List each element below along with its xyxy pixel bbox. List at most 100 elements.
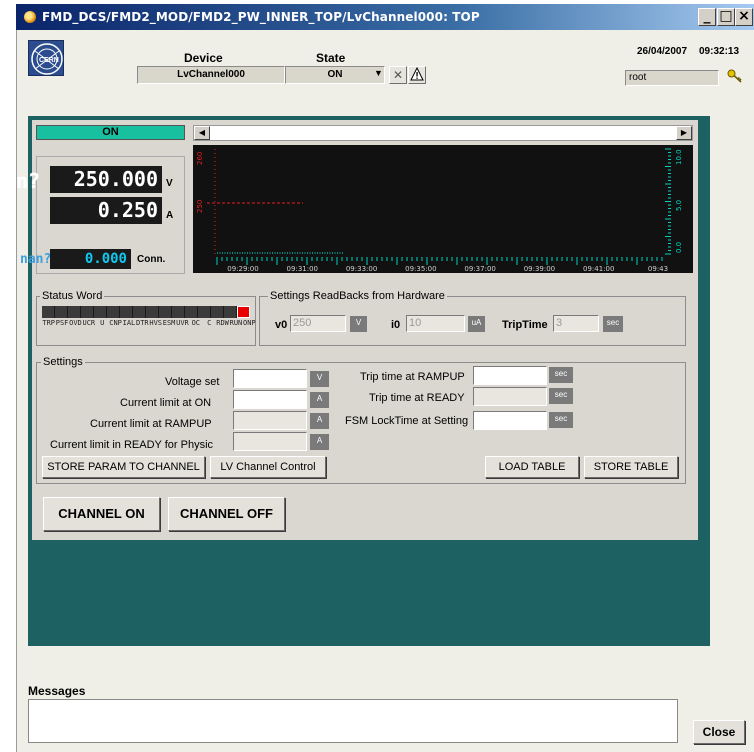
trip-rampup-input[interactable] xyxy=(473,366,547,385)
current-on-label: Current limit at ON xyxy=(120,397,212,409)
current-unit: A xyxy=(166,210,174,221)
trip-ready-unit: sec xyxy=(549,388,573,404)
status-bit-label: U xyxy=(100,319,105,327)
voltage-set-label: Voltage set xyxy=(165,376,220,388)
status-bit-label: PSF xyxy=(55,319,69,327)
status-bit-label: CNP xyxy=(109,319,122,327)
state-value: ON xyxy=(327,69,343,80)
status-bit-label: ONP xyxy=(242,319,256,327)
triptime-unit: sec xyxy=(603,316,623,332)
status-bit-label: ESM xyxy=(162,319,176,327)
current-on-input[interactable] xyxy=(233,390,307,409)
status-bit-label: C xyxy=(207,319,212,327)
device-field[interactable]: LvChannel000 xyxy=(137,66,285,84)
current-rampup-unit: A xyxy=(310,413,329,429)
fsm-locktime-input[interactable] xyxy=(473,411,547,430)
app-icon xyxy=(24,11,36,23)
i0-label: i0 xyxy=(391,319,401,331)
scroll-left-icon[interactable]: ◀ xyxy=(194,126,210,140)
time-tick-label: 09:43 xyxy=(648,265,668,273)
messages-label: Messages xyxy=(28,684,86,698)
current-tick-label: 5.0 xyxy=(675,200,683,211)
status-word-bits xyxy=(42,306,256,318)
fsm-locktime-label: FSM LockTime at Setting xyxy=(345,415,469,427)
status-bit xyxy=(211,306,224,318)
status-bit xyxy=(185,306,198,318)
messages-area[interactable] xyxy=(28,699,678,743)
status-bit-label: UCR xyxy=(82,319,96,327)
warning-icon[interactable] xyxy=(408,66,426,84)
minimize-button[interactable]: _ xyxy=(698,8,716,26)
current-rampup-label: Current limit at RAMPUP xyxy=(90,418,212,430)
current-rampup-input[interactable] xyxy=(233,411,307,430)
current-ready-unit: A xyxy=(310,434,329,450)
trend-plot-svg: 260 250 10.0 5.0 0.0 09:29:00 09:31:00 09:33:00… xyxy=(196,148,683,273)
cern-logo: CERN xyxy=(28,40,64,76)
time-tick-label: 09:31:00 xyxy=(287,265,318,273)
time-tick-label: 09:29:00 xyxy=(227,265,258,273)
close-button[interactable]: Close xyxy=(693,720,745,744)
status-bit-label: TRP xyxy=(42,319,56,327)
date-label: 26/04/2007 xyxy=(637,46,688,57)
state-field[interactable]: ON xyxy=(285,66,385,84)
status-bit xyxy=(68,306,81,318)
voltage-set-unit: V xyxy=(310,371,329,387)
time-tick-label: 09:39:00 xyxy=(524,265,555,273)
conn-readout: 0.000 xyxy=(50,249,131,269)
status-bit xyxy=(107,306,120,318)
voltage-set-input[interactable] xyxy=(233,369,307,388)
state-dropdown-icon[interactable]: ▼ xyxy=(374,68,383,78)
time-label: 09:32:13 xyxy=(699,46,740,57)
channel-on-button[interactable]: CHANNEL ON xyxy=(43,497,160,531)
v0-label: v0 xyxy=(275,319,288,331)
status-word-labels: TRP PSF OVD UCR U CNP IAL DTR HVS ESM UVR OC C RDW RUN… xyxy=(42,320,256,327)
status-bit xyxy=(224,306,237,318)
trip-ready-input[interactable] xyxy=(473,387,547,406)
status-bit xyxy=(146,306,159,318)
status-bit xyxy=(133,306,146,318)
title-bar[interactable]: FMD_DCS/FMD2_MOD/FMD2_PW_INNER_TOP/LvCha… xyxy=(16,4,754,30)
voltage-unit: V xyxy=(166,178,173,189)
status-bit xyxy=(237,306,250,318)
current-ready-input[interactable] xyxy=(233,432,307,451)
channel-off-button[interactable]: CHANNEL OFF xyxy=(168,497,285,531)
trend-plot[interactable]: 260 250 10.0 5.0 0.0 09:29:00 09:31:00 09:33:00… xyxy=(193,145,693,273)
status-bit xyxy=(120,306,133,318)
status-bit xyxy=(159,306,172,318)
time-tick-label: 09:37:00 xyxy=(464,265,495,273)
status-indicator: ON xyxy=(36,125,185,140)
scroll-right-icon[interactable]: ▶ xyxy=(676,126,692,140)
triptime-readback: 3 xyxy=(553,315,599,332)
status-bit-label: RUN xyxy=(229,319,243,327)
trip-ready-label: Trip time at READY xyxy=(369,392,465,404)
voltage-tick-label: 260 xyxy=(196,152,204,165)
current-tick-label: 10.0 xyxy=(675,149,683,165)
status-bit xyxy=(172,306,185,318)
close-fsm-icon[interactable]: ✕ xyxy=(389,66,407,84)
time-tick-label: 09:33:00 xyxy=(346,265,377,273)
key-icon[interactable] xyxy=(726,68,744,86)
status-bit xyxy=(55,306,68,318)
current-readout: 0.250 xyxy=(50,197,162,224)
current-tick-label: 0.0 xyxy=(675,242,683,253)
close-window-button[interactable]: × xyxy=(735,8,753,26)
status-word-title: Status Word xyxy=(40,290,105,302)
current-on-unit: A xyxy=(310,392,329,408)
v0-readback: 250 xyxy=(290,315,346,332)
status-bit-label: DTR xyxy=(135,319,149,327)
store-param-button[interactable]: STORE PARAM TO CHANNEL xyxy=(42,456,205,478)
load-table-button[interactable]: LOAD TABLE xyxy=(485,456,579,478)
triptime-label: TripTime xyxy=(502,319,548,331)
plot-scrollbar[interactable]: ◀ ▶ xyxy=(193,125,693,141)
lv-channel-control-button[interactable]: LV Channel Control xyxy=(210,456,326,478)
maximize-button[interactable]: □ xyxy=(717,8,735,26)
user-field: root xyxy=(625,70,719,86)
device-header: Device xyxy=(184,51,223,65)
voltage-tick-label: 250 xyxy=(196,200,204,213)
i0-unit: uA xyxy=(468,316,485,332)
status-bit xyxy=(198,306,211,318)
status-bit-label: OC xyxy=(191,319,201,327)
conn-prefix: nan? xyxy=(20,252,52,267)
status-bit-label: OVD xyxy=(69,319,82,327)
store-table-button[interactable]: STORE TABLE xyxy=(584,456,678,478)
